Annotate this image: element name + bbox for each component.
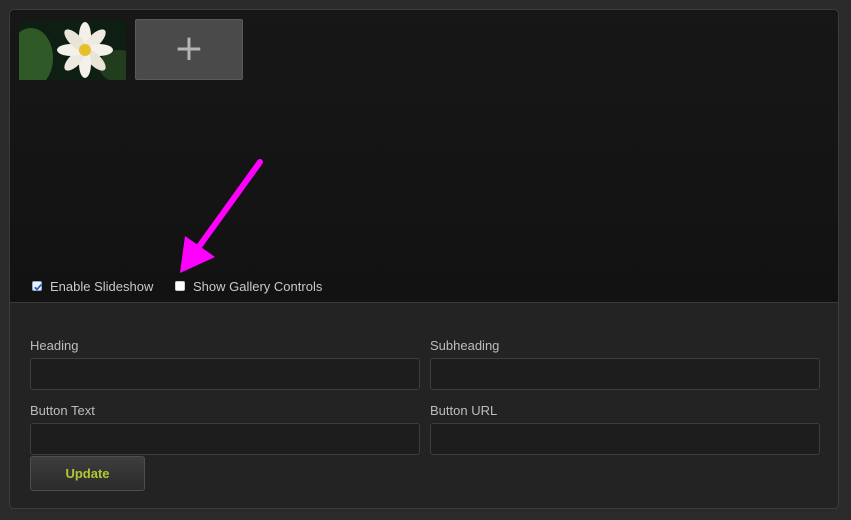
slide-form: Heading Subheading Button Text Button UR… <box>10 303 838 508</box>
heading-input[interactable] <box>30 358 420 390</box>
button-url-input[interactable] <box>430 423 820 455</box>
button-text-input[interactable] <box>30 423 420 455</box>
plus-icon: + <box>173 28 205 69</box>
subheading-input[interactable] <box>430 358 820 390</box>
checkmark-icon <box>34 283 42 291</box>
water-lily-icon <box>19 20 126 80</box>
enable-slideshow-option[interactable]: Enable Slideshow <box>32 278 153 294</box>
button-text-label: Button Text <box>30 403 95 418</box>
gallery-area: + Enable Slideshow Show Gallery Controls <box>10 10 838 303</box>
show-gallery-controls-checkbox[interactable] <box>175 281 185 291</box>
show-gallery-controls-label: Show Gallery Controls <box>193 278 323 294</box>
add-image-button[interactable]: + <box>135 19 243 80</box>
update-button[interactable]: Update <box>30 456 145 491</box>
button-url-label: Button URL <box>430 403 498 418</box>
heading-label: Heading <box>30 338 79 353</box>
enable-slideshow-checkbox[interactable] <box>32 281 42 291</box>
show-gallery-controls-option[interactable]: Show Gallery Controls <box>175 278 322 294</box>
gallery-thumbnail[interactable] <box>19 20 126 80</box>
enable-slideshow-label: Enable Slideshow <box>50 278 154 294</box>
subheading-label: Subheading <box>430 338 500 353</box>
gallery-settings-panel: + Enable Slideshow Show Gallery Controls… <box>9 9 839 509</box>
